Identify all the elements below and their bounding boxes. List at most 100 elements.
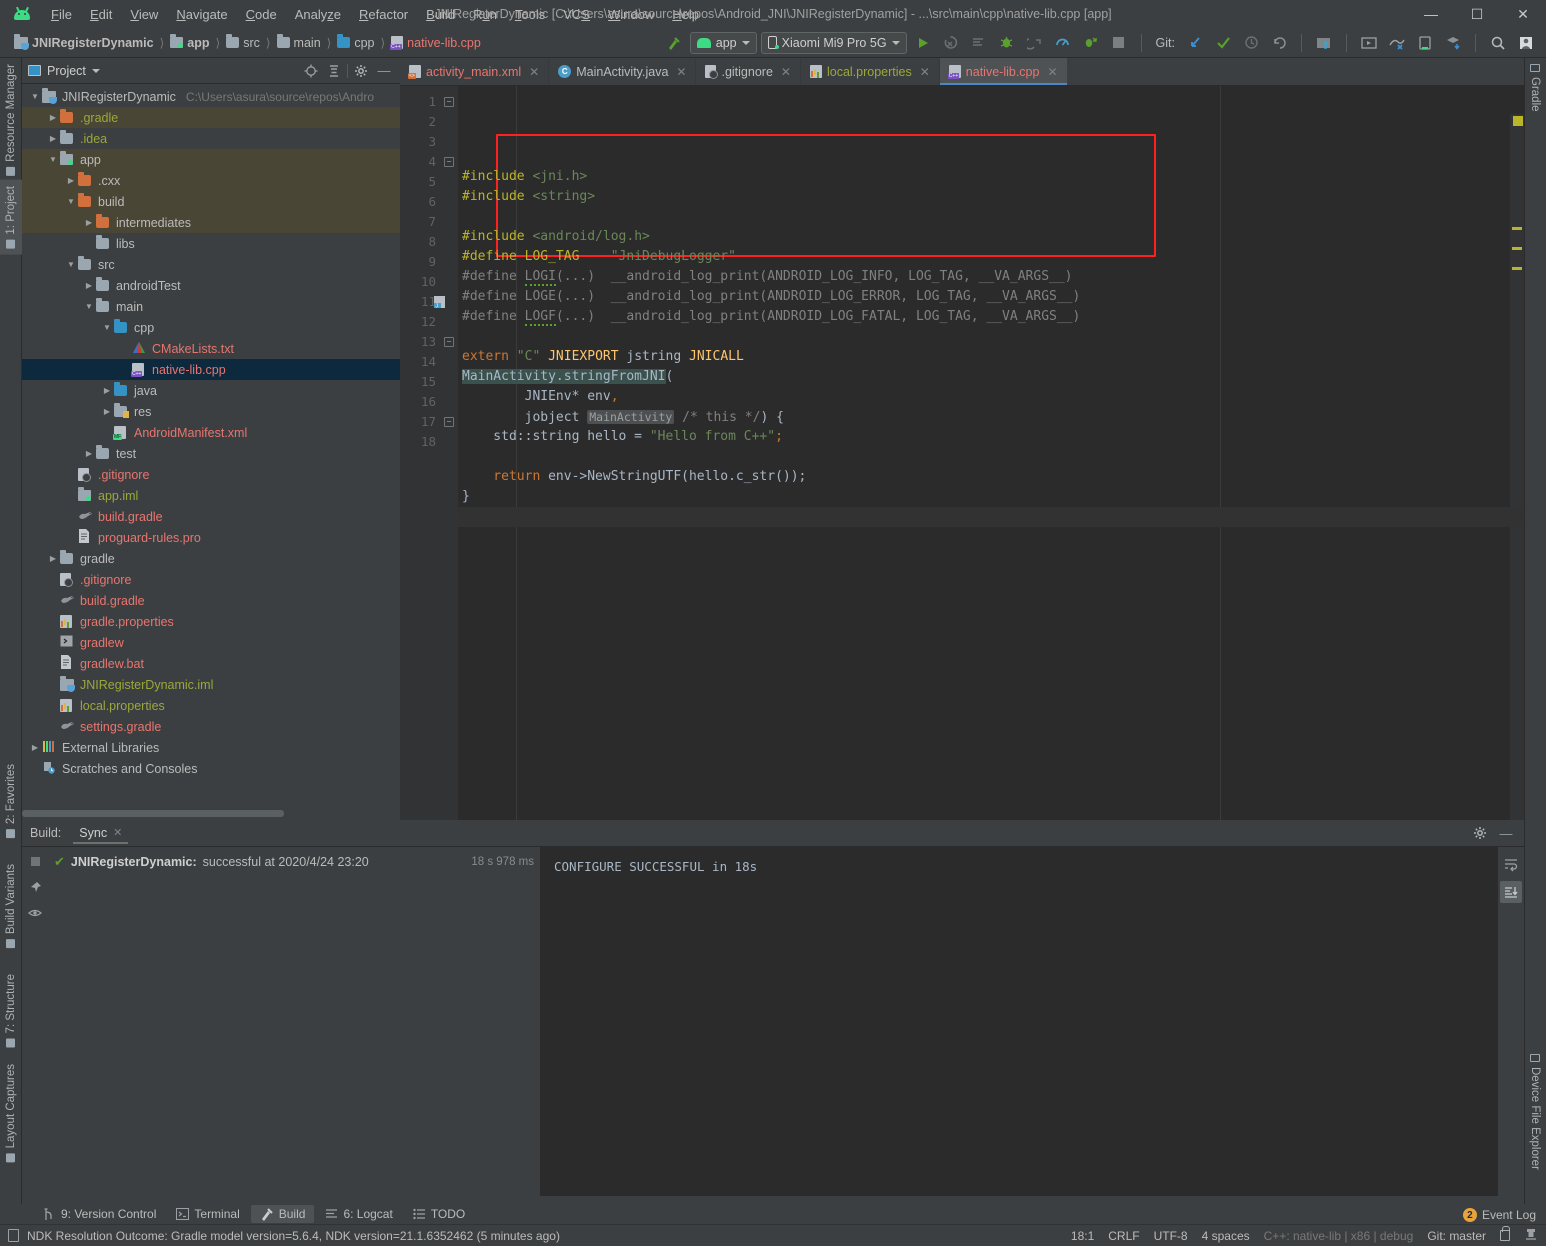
tree-node-jniregisterdynamic[interactable]: ▼JNIRegisterDynamicC:\Users\asura\source… [22,86,400,107]
debug-icon[interactable] [995,32,1019,54]
close-icon[interactable]: ✕ [529,65,539,79]
project-tree[interactable]: ▼JNIRegisterDynamicC:\Users\asura\source… [22,84,400,820]
update-project-icon[interactable] [1183,32,1207,54]
chevron-right-icon[interactable]: ▶ [46,113,60,122]
caret-position[interactable]: 18:1 [1071,1229,1094,1243]
close-icon[interactable]: ✕ [676,65,686,79]
apk-analyzer-icon[interactable] [1441,32,1465,54]
tree-node-proguard-rules-pro[interactable]: proguard-rules.pro [22,527,400,548]
source-code[interactable]: #include <jni.h>#include <string> #inclu… [458,86,1524,820]
bottom-tab-terminal[interactable]: Terminal [167,1205,248,1223]
menu-build[interactable]: Build [417,4,464,25]
tree-node-build[interactable]: ▼build [22,191,400,212]
code-line[interactable]: jobject MainActivity /* this */) { [458,407,1524,427]
stop-icon[interactable] [27,853,43,869]
editor-tab--gitignore[interactable]: .gitignore✕ [696,58,801,85]
editor-tab-native-lib-cpp[interactable]: native-lib.cpp✕ [940,58,1068,85]
profiler-icon[interactable] [1051,32,1075,54]
tree-node-app-iml[interactable]: app.iml [22,485,400,506]
build-variant-status[interactable]: C++: native-lib | x86 | debug [1264,1229,1414,1243]
tree-node--gitignore[interactable]: .gitignore [22,464,400,485]
history-icon[interactable] [1239,32,1263,54]
code-fold-toggle-icon[interactable]: − [444,417,454,427]
chevron-down-icon[interactable] [92,69,100,73]
editor-tab-mainactivity-java[interactable]: CMainActivity.java✕ [549,58,696,85]
minimize-button[interactable]: — [1408,0,1454,28]
code-line[interactable]: std::string hello = "Hello from C++"; [458,427,1524,447]
locate-icon[interactable] [301,61,321,81]
file-encoding[interactable]: UTF-8 [1154,1229,1188,1243]
tree-node-androidmanifest-xml[interactable]: AndroidManifest.xml [22,422,400,443]
tree-node-scratches-and-consoles[interactable]: Scratches and Consoles [22,758,400,779]
bottom-tab-6-logcat[interactable]: 6: Logcat [316,1205,401,1223]
menu-help[interactable]: Help [663,4,708,25]
inspection-icon[interactable] [1524,1227,1538,1244]
chevron-right-icon[interactable]: ▶ [82,449,96,458]
git-branch[interactable]: Git: master [1427,1229,1486,1243]
menu-tools[interactable]: Tools [506,4,554,25]
tool-tab-layout-captures[interactable]: Layout Captures [0,1058,22,1168]
tree-node-gradle-properties[interactable]: gradle.properties [22,611,400,632]
scroll-to-end-icon[interactable] [1500,881,1522,903]
bottom-tab-build[interactable]: Build [251,1205,315,1223]
breadcrumb-src[interactable]: src [222,36,264,50]
search-icon[interactable] [1486,32,1510,54]
tree-node-libs[interactable]: libs [22,233,400,254]
code-line[interactable]: } [458,487,1524,507]
code-line[interactable]: #define LOGE(...) __android_log_print(AN… [458,287,1524,307]
user-profile-icon[interactable] [1514,32,1538,54]
make-project-button[interactable] [662,32,686,54]
message-icon[interactable] [8,1229,19,1242]
bottom-tab-todo[interactable]: TODO [404,1205,474,1223]
menu-vcs[interactable]: VCS [554,4,599,25]
tree-node-external-libraries[interactable]: ▶External Libraries [22,737,400,758]
tool-tab-resource-manager[interactable]: Resource Manager [0,58,22,182]
breadcrumb-project[interactable]: JNIRegisterDynamic [10,36,158,50]
menu-file[interactable]: File [42,4,81,25]
tree-node--gradle[interactable]: ▶.gradle [22,107,400,128]
tree-node-androidtest[interactable]: ▶androidTest [22,275,400,296]
menu-refactor[interactable]: Refactor [350,4,417,25]
chevron-right-icon[interactable]: ▶ [28,743,42,752]
attach-process-icon[interactable] [1079,32,1103,54]
soft-wrap-icon[interactable] [1500,853,1522,875]
breadcrumb-app[interactable]: app [166,36,213,50]
breadcrumb-main[interactable]: main [273,36,325,50]
code-line[interactable]: #define LOG_TAG "JniDebugLogger" [458,247,1524,267]
tree-node--idea[interactable]: ▶.idea [22,128,400,149]
menu-navigate[interactable]: Navigate [167,4,236,25]
tree-node-gradlew-bat[interactable]: gradlew.bat [22,653,400,674]
attach-debugger-icon[interactable] [1023,32,1047,54]
tree-node-java[interactable]: ▶java [22,380,400,401]
run-coverage-icon[interactable] [967,32,991,54]
tree-node-test[interactable]: ▶test [22,443,400,464]
tree-node-app[interactable]: ▼app [22,149,400,170]
stop-button[interactable] [1107,32,1131,54]
chevron-down-icon[interactable]: ▼ [28,92,42,101]
close-icon[interactable]: ✕ [781,65,791,79]
menu-view[interactable]: View [121,4,167,25]
code-line[interactable] [458,207,1524,227]
tool-tab-structure[interactable]: 7: Structure [0,968,22,1053]
tree-node-build-gradle[interactable]: build.gradle [22,506,400,527]
close-icon[interactable]: ✕ [920,65,930,79]
menu-analyze[interactable]: Analyze [286,4,350,25]
tree-node-intermediates[interactable]: ▶intermediates [22,212,400,233]
menu-run[interactable]: Run [464,4,506,25]
chevron-right-icon[interactable]: ▶ [82,281,96,290]
tool-tab-build-variants[interactable]: Build Variants [0,858,22,954]
tree-node-gradle[interactable]: ▶gradle [22,548,400,569]
device-selector[interactable]: Xiaomi Mi9 Pro 5G [761,32,907,54]
tree-node-cpp[interactable]: ▼cpp [22,317,400,338]
breadcrumb-cpp[interactable]: cpp [333,36,378,50]
code-line[interactable]: return env->NewStringUTF(hello.c_str()); [458,467,1524,487]
code-editor[interactable]: 1−234−567891011J1213−14151617−18 #includ… [400,86,1524,820]
tree-node-gradlew[interactable]: gradlew [22,632,400,653]
build-result-tree[interactable]: ✔ JNIRegisterDynamic: successful at 2020… [48,847,540,1196]
device-manager-icon[interactable] [1413,32,1437,54]
read-only-toggle-icon[interactable] [1500,1230,1510,1241]
commit-icon[interactable] [1211,32,1235,54]
editor-tab-local-properties[interactable]: local.properties✕ [801,58,940,85]
tree-node-cmakelists-txt[interactable]: CMakeLists.txt [22,338,400,359]
code-line[interactable]: #include <string> [458,187,1524,207]
